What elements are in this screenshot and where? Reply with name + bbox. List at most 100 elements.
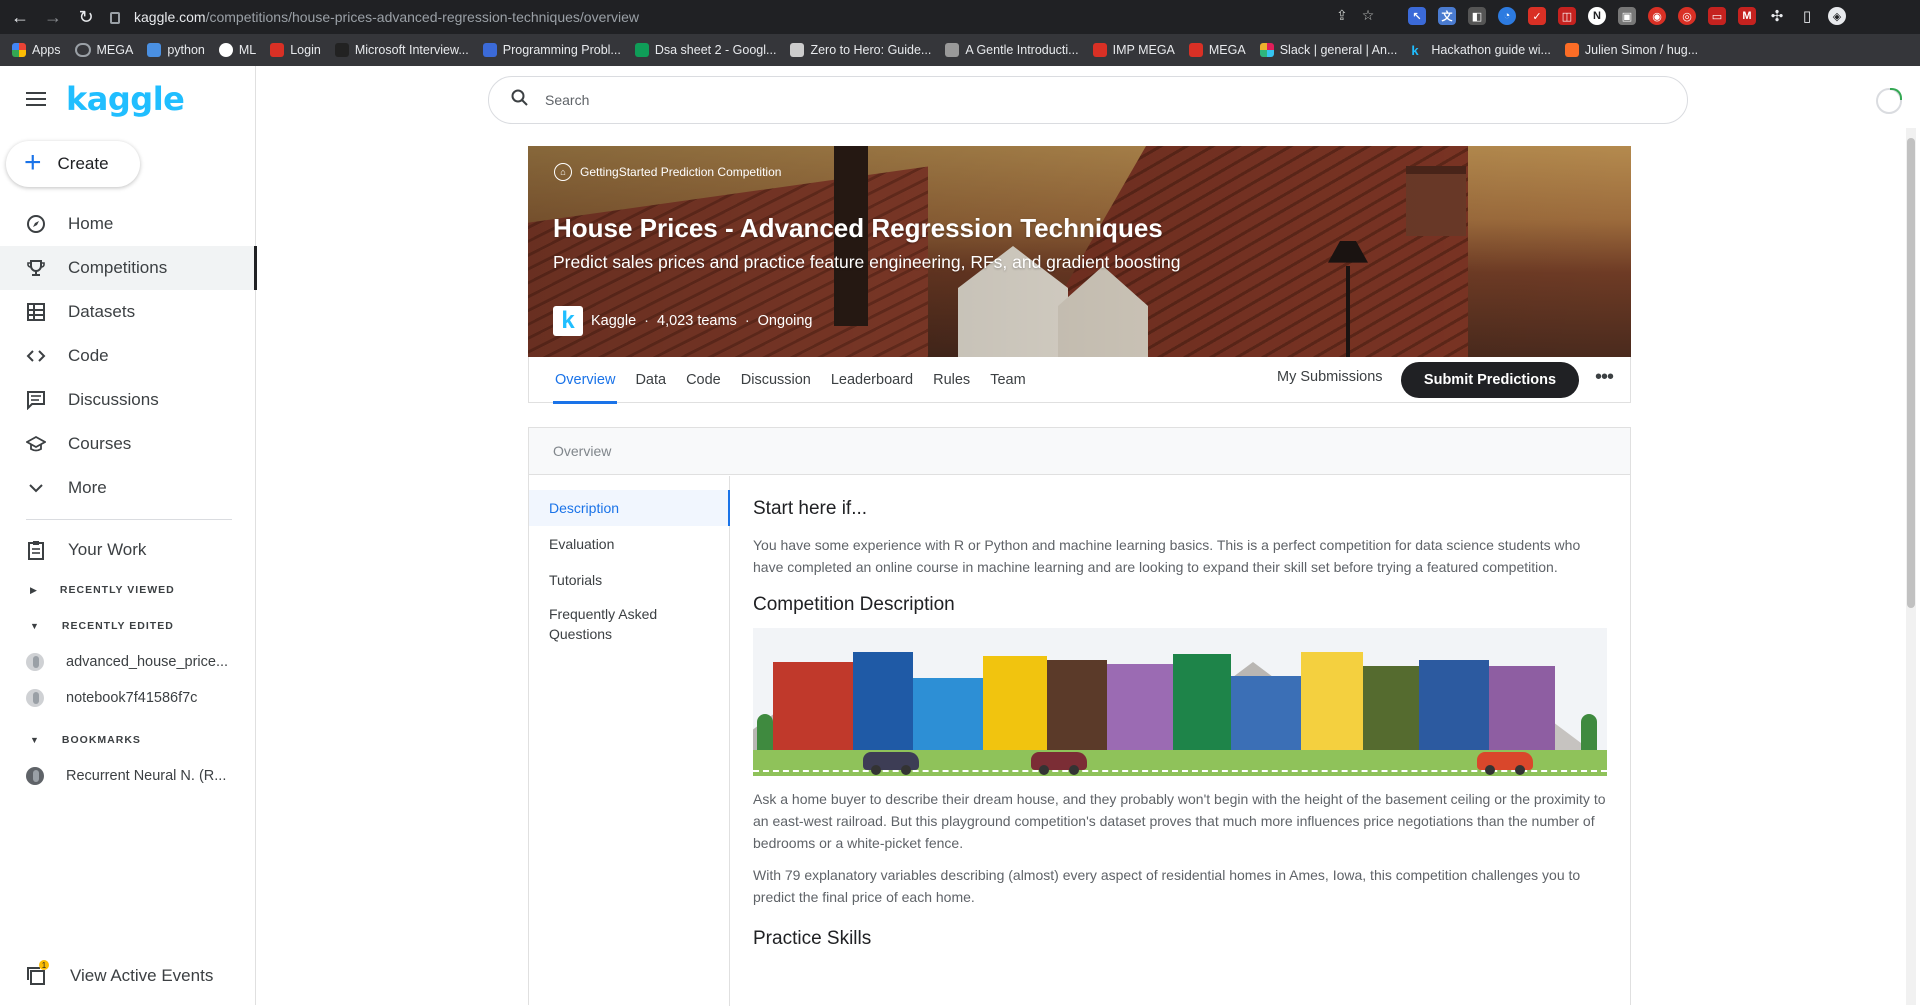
sidebar-item-label: Your Work	[68, 540, 147, 559]
recently-viewed-toggle[interactable]: ▶ RECENTLY VIEWED	[0, 572, 256, 608]
tab-team[interactable]: Team	[980, 357, 1035, 403]
bookmark-item[interactable]: Dsa sheet 2 - Googl...	[634, 43, 776, 57]
menu-icon[interactable]	[26, 92, 46, 106]
kaggle-app: kaggle + Create Home Competitions Datase…	[0, 66, 1920, 1006]
sidebar-item-your-work[interactable]: Your Work	[0, 528, 256, 572]
my-submissions-link[interactable]: My Submissions	[1277, 369, 1383, 385]
extension-icon[interactable]: ◔	[1498, 7, 1516, 25]
recent-edited-item[interactable]: advanced_house_price...	[0, 644, 256, 680]
google-icon	[218, 43, 233, 57]
bookmark-favicon	[482, 43, 497, 57]
scrollbar-thumb[interactable]	[1907, 138, 1915, 608]
paragraph: Ask a home buyer to describe their dream…	[753, 791, 1606, 851]
profile-icon[interactable]: ◈	[1828, 7, 1846, 25]
toc-tutorials[interactable]: Tutorials	[529, 562, 729, 598]
houses-illustration	[753, 628, 1607, 776]
bookmarks-toggle[interactable]: ▼ BOOKMARKS	[0, 722, 256, 758]
sidebar-item-courses[interactable]: Courses	[0, 422, 256, 466]
sidebar-item-label: More	[68, 478, 107, 497]
tab-code[interactable]: Code	[676, 357, 731, 403]
sidebar-item-label: Datasets	[68, 302, 136, 321]
extension-icon[interactable]: ▭	[1708, 7, 1726, 25]
submit-predictions-button[interactable]: Submit Predictions	[1401, 362, 1579, 398]
forward-icon[interactable]: →	[40, 4, 66, 30]
bookmark-item[interactable]: Apps	[12, 43, 61, 57]
house	[1419, 660, 1489, 752]
view-active-events[interactable]: 1 View Active Events	[26, 960, 213, 986]
bookmark-item[interactable]: Slack | general | An...	[1259, 43, 1397, 57]
bookmark-star-icon[interactable]: ☆	[1362, 7, 1375, 24]
share-icon[interactable]: ⇪	[1336, 7, 1348, 24]
house	[1047, 660, 1107, 752]
recent-edited-item[interactable]: notebook7f41586f7c	[0, 680, 256, 716]
bookmark-item[interactable]: python	[147, 43, 205, 57]
tab-data[interactable]: Data	[625, 357, 676, 403]
more-options-icon[interactable]: •••	[1595, 366, 1614, 389]
extension-icon[interactable]: N	[1588, 7, 1606, 25]
extension-icon[interactable]: ▣	[1618, 7, 1636, 25]
bookmark-item[interactable]: IMP MEGA	[1092, 43, 1175, 57]
bookmark-item[interactable]: MEGA	[1188, 43, 1246, 57]
apps-icon	[12, 43, 26, 57]
bookmark-item[interactable]: Login	[270, 43, 321, 57]
kaggle-host-logo[interactable]: k	[553, 306, 583, 336]
extension-icon[interactable]: ✓	[1528, 7, 1546, 25]
sidebar-item-discussions[interactable]: Discussions	[0, 378, 256, 422]
side-panel-icon[interactable]: ▯	[1798, 7, 1816, 25]
bookmark-item[interactable]: k Hackathon guide wi...	[1411, 43, 1551, 58]
sidebar-item-more[interactable]: More	[0, 466, 256, 510]
reload-icon[interactable]: ↻	[73, 4, 99, 30]
host-name[interactable]: Kaggle	[591, 313, 636, 329]
extension-icon[interactable]: M	[1738, 7, 1756, 25]
tab-overview[interactable]: Overview	[545, 357, 625, 404]
extension-icon[interactable]: 文	[1438, 7, 1456, 25]
search-icon	[511, 89, 529, 112]
extension-icon[interactable]: ↖	[1408, 7, 1426, 25]
kaggle-logo[interactable]: kaggle	[66, 80, 185, 118]
extension-icon[interactable]: ◉	[1648, 7, 1666, 25]
scrollbar-track[interactable]	[1906, 128, 1916, 1005]
overview-toc: Description Evaluation Tutorials Frequen…	[529, 476, 730, 1006]
extension-icon[interactable]: ◫	[1558, 7, 1576, 25]
competition-title: House Prices - Advanced Regression Techn…	[553, 213, 1163, 243]
sidebar-item-datasets[interactable]: Datasets	[0, 290, 256, 334]
tree	[757, 714, 773, 752]
car	[1477, 752, 1533, 775]
profile-avatar[interactable]	[1876, 88, 1902, 114]
bookmark-item[interactable]: Zero to Hero: Guide...	[790, 43, 931, 57]
back-icon[interactable]: ←	[7, 4, 33, 30]
user-avatar	[26, 767, 44, 785]
sheets-icon	[634, 43, 649, 57]
bookmark-item[interactable]: MEGA	[74, 43, 133, 57]
sidebar-item-code[interactable]: Code	[0, 334, 256, 378]
section-heading: Practice Skills	[753, 928, 872, 949]
bookmark-entry[interactable]: Recurrent Neural N. (R...	[0, 758, 256, 794]
bookmark-item[interactable]: Programming Probl...	[482, 43, 621, 57]
lock-icon	[110, 12, 120, 24]
toc-evaluation[interactable]: Evaluation	[529, 526, 729, 562]
tab-discussion[interactable]: Discussion	[731, 357, 821, 403]
bookmark-item[interactable]: Julien Simon / hug...	[1564, 43, 1698, 57]
team-count: 4,023 teams	[657, 313, 737, 329]
extension-icon[interactable]: ◧	[1468, 7, 1486, 25]
infinity-icon	[74, 43, 91, 57]
puzzle-icon[interactable]: ✣	[1768, 7, 1786, 25]
recently-edited-toggle[interactable]: ▼ RECENTLY EDITED	[0, 608, 256, 644]
bookmark-item[interactable]: A Gentle Introducti...	[945, 43, 1079, 57]
toc-faq[interactable]: Frequently Asked Questions	[529, 598, 729, 650]
address-bar[interactable]: kaggle.com/competitions/house-prices-adv…	[110, 4, 1400, 30]
house	[853, 652, 913, 752]
bookmark-item[interactable]: ML	[218, 43, 256, 57]
notebook-avatar	[26, 653, 44, 671]
search-input[interactable]: Search	[488, 76, 1688, 124]
extension-icon[interactable]: ◎	[1678, 7, 1696, 25]
sidebar-item-label: Home	[68, 214, 114, 233]
sidebar-item-competitions[interactable]: Competitions	[0, 246, 257, 290]
sidebar-item-home[interactable]: Home	[0, 202, 256, 246]
toc-description[interactable]: Description	[529, 490, 730, 526]
tab-rules[interactable]: Rules	[923, 357, 980, 403]
bookmark-item[interactable]: Microsoft Interview...	[334, 43, 469, 57]
tab-leaderboard[interactable]: Leaderboard	[821, 357, 923, 403]
create-button[interactable]: + Create	[6, 141, 140, 187]
panel-header: Overview	[529, 428, 1630, 475]
